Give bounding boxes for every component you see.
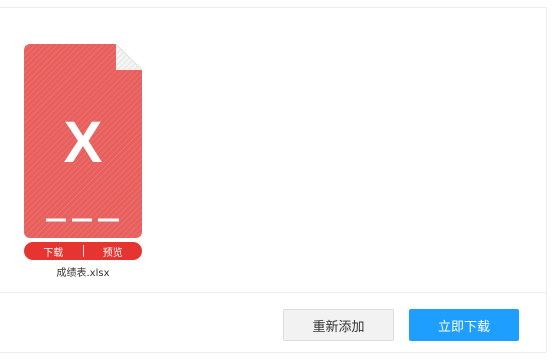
download-now-button[interactable]: 立即下载: [409, 309, 519, 341]
right-border: [546, 7, 547, 352]
download-button[interactable]: 下载: [24, 242, 83, 260]
file-name-label: 成绩表.xlsx: [56, 268, 110, 279]
top-divider: [0, 7, 546, 8]
excel-file-icon[interactable]: X: [24, 44, 142, 238]
footer-divider: [0, 292, 546, 293]
file-type-letter: X: [64, 110, 103, 175]
preview-button[interactable]: 预览: [84, 242, 143, 260]
bottom-border: [0, 352, 546, 353]
file-card: X 下载 预览 成绩表.xlsx: [24, 44, 142, 282]
re-add-button[interactable]: 重新添加: [283, 309, 394, 341]
file-action-bar: 下载 预览: [24, 242, 142, 260]
